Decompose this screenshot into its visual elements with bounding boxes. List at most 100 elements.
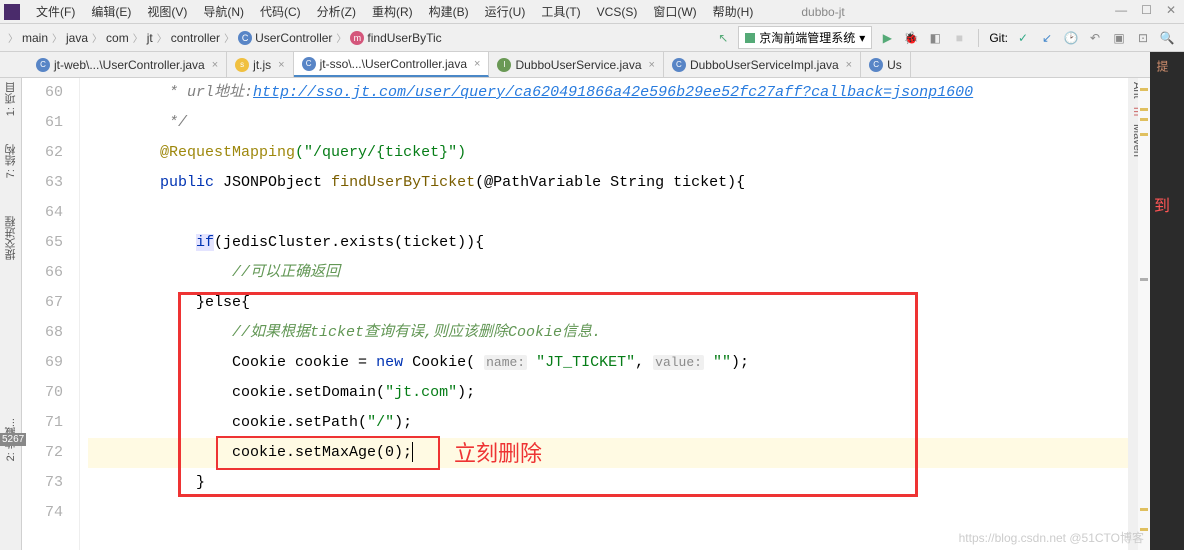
- error-stripe[interactable]: [1138, 78, 1150, 550]
- minimize-icon[interactable]: —: [1115, 3, 1127, 17]
- run-config-label: 京淘前端管理系统: [759, 29, 855, 46]
- code-text: (@PathVariable String ticket){: [475, 174, 745, 191]
- crumb-class[interactable]: C UserController: [238, 31, 332, 45]
- tab-close-icon[interactable]: ×: [846, 59, 852, 71]
- project-name: dubbo-jt: [801, 5, 844, 19]
- crumb-class-label: UserController: [255, 31, 332, 45]
- structure-icon[interactable]: ⊡: [1134, 29, 1152, 47]
- tab-close-icon[interactable]: ×: [278, 59, 284, 71]
- code-text: cookie.setDomain(: [232, 384, 385, 401]
- code-comment: //如果根据ticket查询有误,则应该删除Cookie信息.: [232, 324, 601, 341]
- tab-close-icon[interactable]: ×: [474, 58, 480, 70]
- sidebar-commit[interactable]: 提交进程: [0, 212, 22, 264]
- git-label: Git:: [989, 31, 1008, 45]
- sidebar-structure[interactable]: 7: 结构: [0, 140, 22, 182]
- annotation-text: 立刻删除: [454, 436, 542, 468]
- tab-label: jt-sso\...\UserController.java: [320, 57, 467, 71]
- stop-icon[interactable]: ■: [950, 29, 968, 47]
- external-tip-text: 提: [1150, 52, 1175, 80]
- tab-us[interactable]: C Us: [861, 52, 911, 77]
- code-string: ("/query/{ticket}"): [295, 144, 466, 161]
- tab-close-icon[interactable]: ×: [212, 59, 218, 71]
- external-panel: 提 到: [1150, 52, 1184, 550]
- code-string: "JT_TICKET": [527, 354, 635, 371]
- java-file-icon: C: [869, 58, 883, 72]
- menu-edit[interactable]: 编辑(E): [83, 0, 139, 23]
- menu-analyze[interactable]: 分析(Z): [309, 0, 364, 23]
- ide-logo-icon: [4, 4, 20, 20]
- param-hint: value:: [653, 355, 704, 370]
- tab-dubbouserserviceimpl[interactable]: C DubboUserServiceImpl.java ×: [664, 52, 861, 77]
- code-text: Cookie(: [403, 354, 484, 371]
- tab-jtjs[interactable]: s jt.js ×: [227, 52, 293, 77]
- git-update-icon[interactable]: ✓: [1014, 29, 1032, 47]
- menu-navigate[interactable]: 导航(N): [195, 0, 252, 23]
- code-doc: * url地址:: [88, 84, 253, 101]
- code-url: http://sso.jt.com/user/query/ca620491866…: [253, 84, 973, 101]
- editor-tabs: C jt-web\...\UserController.java × s jt.…: [0, 52, 1184, 78]
- search-icon[interactable]: 🔍: [1158, 29, 1176, 47]
- run-config-select[interactable]: 京淘前端管理系统 ▾: [738, 26, 872, 49]
- fold-badge: 5267: [0, 433, 26, 446]
- code-kw: if: [196, 234, 214, 251]
- crumb-controller[interactable]: controller: [171, 31, 220, 45]
- menu-window[interactable]: 窗口(W): [645, 0, 704, 23]
- menu-vcs[interactable]: VCS(S): [589, 2, 646, 22]
- code-text: cookie.setMaxAge(0);: [232, 444, 412, 461]
- tab-label: jt.js: [253, 58, 271, 72]
- code-text: (jedisCluster.exists(ticket)){: [214, 234, 484, 251]
- menu-refactor[interactable]: 重构(R): [364, 0, 421, 23]
- close-icon[interactable]: ✕: [1166, 3, 1176, 17]
- menu-file[interactable]: 文件(F): [28, 0, 83, 23]
- tab-label: jt-web\...\UserController.java: [54, 58, 205, 72]
- crumb-method[interactable]: m findUserByTic: [350, 31, 441, 45]
- run-icon[interactable]: ▶: [878, 29, 896, 47]
- git-revert-icon[interactable]: ↶: [1086, 29, 1104, 47]
- code-text: cookie.setPath(: [232, 414, 367, 431]
- settings-icon[interactable]: ▣: [1110, 29, 1128, 47]
- code-kw: public: [160, 174, 214, 191]
- code-body[interactable]: * url地址:http://sso.jt.com/user/query/ca6…: [80, 78, 1128, 550]
- tab-jtsso-usercontroller[interactable]: C jt-sso\...\UserController.java ×: [294, 52, 490, 77]
- breadcrumb: 〉 main 〉 java 〉 com 〉 jt 〉 controller 〉 …: [0, 24, 1184, 52]
- code-doc-end: */: [88, 114, 187, 131]
- code-method: findUserByTicket: [331, 174, 475, 191]
- chevron-down-icon: ▾: [859, 31, 865, 45]
- git-pull-icon[interactable]: ↙: [1038, 29, 1056, 47]
- code-type: JSONPObject: [214, 174, 331, 191]
- code-text: }else{: [196, 294, 250, 311]
- crumb-method-label: findUserByTic: [367, 31, 441, 45]
- tab-dubbouserservice[interactable]: I DubboUserService.java ×: [489, 52, 664, 77]
- code-string: "jt.com": [385, 384, 457, 401]
- js-file-icon: s: [235, 58, 249, 72]
- code-text: }: [196, 474, 205, 491]
- menu-code[interactable]: 代码(C): [252, 0, 309, 23]
- maximize-icon[interactable]: ☐: [1141, 3, 1152, 17]
- menu-build[interactable]: 构建(B): [421, 0, 477, 23]
- menu-view[interactable]: 视图(V): [139, 0, 195, 23]
- code-text: );: [394, 414, 412, 431]
- gutter: 60 61 62 63 64 65 66 67 68 69 70 71 72 7…: [22, 78, 80, 550]
- git-history-icon[interactable]: 🕑: [1062, 29, 1080, 47]
- sidebar-project[interactable]: 1: 项目: [0, 78, 22, 120]
- menu-tools[interactable]: 工具(T): [533, 0, 588, 23]
- code-text: ,: [635, 354, 653, 371]
- crumb-main[interactable]: main: [22, 31, 48, 45]
- code-string: "/": [367, 414, 394, 431]
- back-icon[interactable]: ↖: [714, 29, 732, 47]
- crumb-com[interactable]: com: [106, 31, 129, 45]
- crumb-java[interactable]: java: [66, 31, 88, 45]
- tab-label: DubboUserServiceImpl.java: [690, 58, 839, 72]
- debug-icon[interactable]: 🐞: [902, 29, 920, 47]
- crumb-jt[interactable]: jt: [147, 31, 153, 45]
- tab-label: Us: [887, 58, 902, 72]
- code-text: Cookie cookie =: [232, 354, 376, 371]
- code-editor[interactable]: 60 61 62 63 64 65 66 67 68 69 70 71 72 7…: [22, 78, 1128, 550]
- menu-bar: 文件(F) 编辑(E) 视图(V) 导航(N) 代码(C) 分析(Z) 重构(R…: [0, 0, 1184, 24]
- menu-help[interactable]: 帮助(H): [705, 0, 762, 23]
- coverage-icon[interactable]: ◧: [926, 29, 944, 47]
- tab-close-icon[interactable]: ×: [649, 59, 655, 71]
- interface-file-icon: I: [497, 58, 511, 72]
- menu-run[interactable]: 运行(U): [477, 0, 534, 23]
- tab-jtweb-usercontroller[interactable]: C jt-web\...\UserController.java ×: [28, 52, 227, 77]
